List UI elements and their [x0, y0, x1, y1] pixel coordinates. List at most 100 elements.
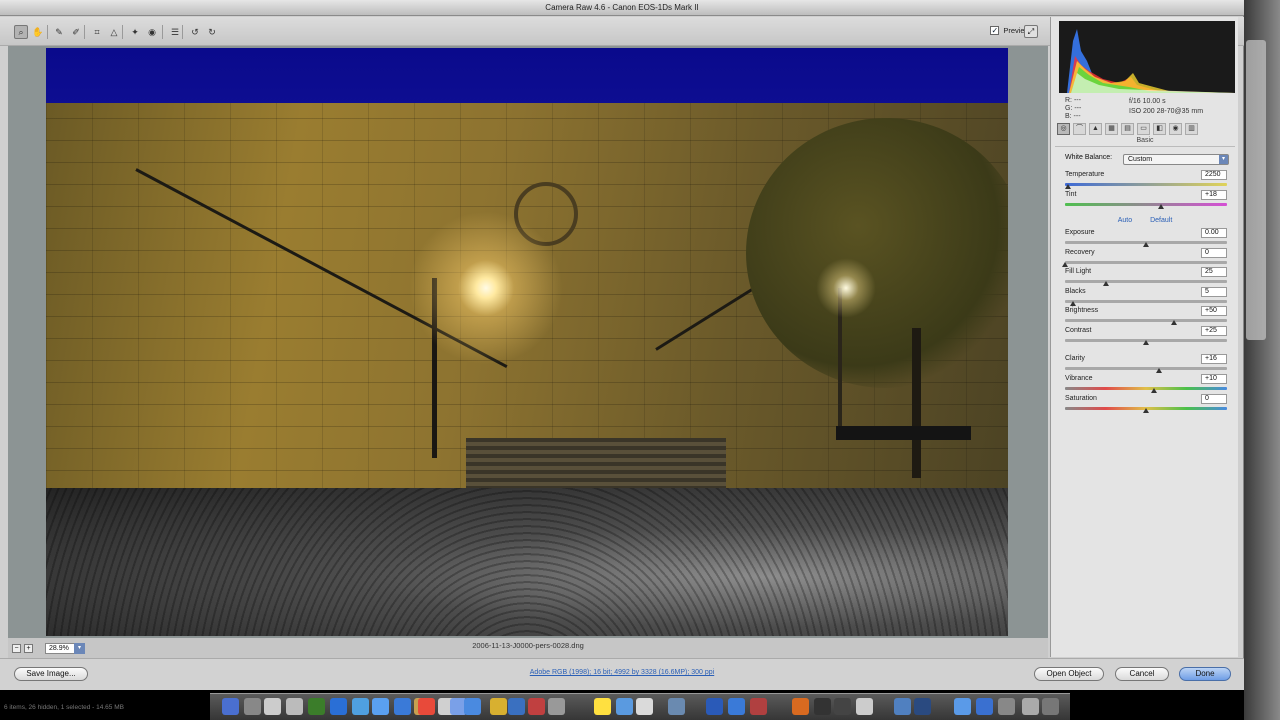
contrast-value-field[interactable]: +25 [1201, 326, 1227, 336]
window-icon[interactable] [976, 698, 993, 715]
open-object-button[interactable]: Open Object [1034, 667, 1104, 681]
clarity-slider-track[interactable] [1065, 367, 1227, 370]
temperature-value-field[interactable]: 2250 [1201, 170, 1227, 180]
brightness-value-field[interactable]: +50 [1201, 306, 1227, 316]
ichat-icon[interactable] [372, 698, 389, 715]
blacks-value-field[interactable]: 5 [1201, 287, 1227, 297]
white-balance-select[interactable]: Custom ▾ [1123, 154, 1229, 165]
brightness-slider-thumb[interactable] [1170, 320, 1177, 325]
bridge-icon[interactable] [508, 698, 525, 715]
red-eye-icon[interactable]: ◉ [145, 25, 159, 39]
tab-lens-icon[interactable]: ▭ [1137, 123, 1150, 135]
recovery-slider-thumb[interactable] [1062, 262, 1068, 267]
script-icon[interactable] [636, 698, 653, 715]
clarity-value-field[interactable]: +16 [1201, 354, 1227, 364]
zoom-icon[interactable]: ⌕ [14, 25, 28, 39]
saturation-slider-thumb[interactable] [1143, 408, 1149, 413]
slider-label: Fill Light [1065, 268, 1092, 275]
tint-slider-track[interactable] [1065, 203, 1227, 206]
section-title-basic: Basic [1055, 137, 1235, 147]
retouch-icon[interactable]: ✦ [128, 25, 142, 39]
exposure-slider-thumb[interactable] [1143, 242, 1149, 247]
slider-temperature: Temperature 2250 [1065, 170, 1227, 190]
temperature-slider-thumb[interactable] [1065, 184, 1072, 189]
straighten-icon[interactable]: △ [107, 25, 121, 39]
firefox-icon[interactable] [792, 698, 809, 715]
recovery-slider-track[interactable] [1065, 261, 1227, 264]
blacks-slider-thumb[interactable] [1070, 301, 1077, 306]
tab-split-toning-icon[interactable]: ▤ [1121, 123, 1134, 135]
console-icon[interactable] [834, 698, 851, 715]
tab-tone-curve-icon[interactable]: ⌒ [1073, 123, 1086, 135]
tab-hsl-icon[interactable]: ▦ [1105, 123, 1118, 135]
vibrance-value-field[interactable]: +10 [1201, 374, 1227, 384]
tab-snapshots-icon[interactable]: ▥ [1185, 123, 1198, 135]
folder-icon[interactable] [490, 698, 507, 715]
fill-light-value-field[interactable]: 25 [1201, 267, 1227, 277]
app-icon[interactable] [914, 698, 931, 715]
stickies-icon[interactable] [594, 698, 611, 715]
exposure-value-field[interactable]: 0.00 [1201, 228, 1227, 238]
auto-link[interactable]: Auto [1118, 217, 1132, 224]
folder-icon[interactable] [894, 698, 911, 715]
safari-icon[interactable] [330, 698, 347, 715]
default-link[interactable]: Default [1150, 217, 1172, 224]
tab-presets-icon[interactable]: ◉ [1169, 123, 1182, 135]
calendar-icon[interactable] [418, 698, 435, 715]
network-icon[interactable] [464, 698, 481, 715]
rotate-right-icon[interactable]: ↻ [205, 25, 219, 39]
photoshop-icon[interactable] [706, 698, 723, 715]
fill-light-slider-track[interactable] [1065, 280, 1227, 283]
hand-icon[interactable]: ✋ [31, 25, 45, 39]
image-capture-icon[interactable] [668, 698, 685, 715]
tab-camera-calibration-icon[interactable]: ◧ [1153, 123, 1166, 135]
preferences-icon[interactable]: ☰ [168, 25, 182, 39]
photos-icon[interactable] [286, 698, 303, 715]
tint-value-field[interactable]: +18 [1201, 190, 1227, 200]
tab-detail-icon[interactable]: ▲ [1089, 123, 1102, 135]
dreamweaver-icon[interactable] [308, 698, 325, 715]
server-icon[interactable] [1022, 698, 1039, 715]
browser-icon[interactable] [616, 698, 633, 715]
highlight-icon[interactable] [954, 698, 971, 715]
clarity-slider-thumb[interactable] [1155, 368, 1162, 373]
temperature-slider-track[interactable] [1065, 183, 1227, 186]
fill-light-slider-thumb[interactable] [1102, 281, 1109, 286]
preview-icon[interactable] [264, 698, 281, 715]
bridge-cs-icon[interactable] [750, 698, 767, 715]
preview-checkbox[interactable]: ✓ [990, 26, 1000, 35]
blacks-slider-track[interactable] [1065, 300, 1227, 303]
mail-icon[interactable] [352, 698, 369, 715]
crop-icon[interactable]: ⌗ [90, 25, 104, 39]
recovery-value-field[interactable]: 0 [1201, 248, 1227, 258]
tint-slider-thumb[interactable] [1157, 204, 1164, 209]
brightness-slider-track[interactable] [1065, 319, 1227, 322]
toolbar-separator [122, 25, 123, 39]
contrast-slider-thumb[interactable] [1143, 340, 1149, 345]
tab-basic-icon[interactable]: ◎ [1057, 123, 1070, 135]
cancel-button[interactable]: Cancel [1115, 667, 1169, 681]
terminal-icon[interactable] [814, 698, 831, 715]
acrobat-icon[interactable] [528, 698, 545, 715]
utility-icon[interactable] [548, 698, 565, 715]
dock [210, 693, 1070, 720]
image-preview[interactable] [46, 48, 1008, 636]
rotate-left-icon[interactable]: ↺ [188, 25, 202, 39]
fullscreen-icon[interactable]: ⤢ [1024, 25, 1038, 38]
quicktime-icon[interactable] [728, 698, 745, 715]
saturation-value-field[interactable]: 0 [1201, 394, 1227, 404]
color-sampler-icon[interactable]: ✐ [69, 25, 83, 39]
slider-label: Temperature [1065, 171, 1105, 178]
white-balance-icon[interactable]: ✎ [52, 25, 66, 39]
system-prefs-icon[interactable] [244, 698, 261, 715]
white-balance-row: White Balance: Custom ▾ [1065, 154, 1235, 166]
display-icon[interactable] [998, 698, 1015, 715]
vibrance-slider-track[interactable] [1065, 387, 1227, 390]
tool-icon[interactable] [856, 698, 873, 715]
toolbar-separator [47, 25, 48, 39]
disk-icon[interactable] [1042, 698, 1059, 715]
finder-icon[interactable] [222, 698, 239, 715]
itunes-icon[interactable] [394, 698, 411, 715]
done-button[interactable]: Done [1179, 667, 1231, 681]
vibrance-slider-thumb[interactable] [1151, 388, 1158, 393]
